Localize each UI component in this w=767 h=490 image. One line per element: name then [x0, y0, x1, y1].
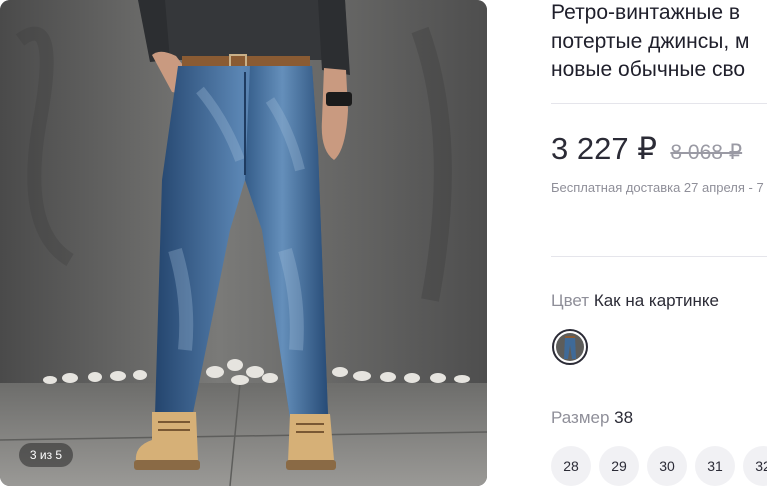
color-selection-label: Цвет Как на картинке: [551, 291, 719, 311]
divider: [551, 103, 767, 104]
divider: [551, 256, 767, 257]
price-block: 3 227 ₽ 8 068 ₽: [551, 131, 742, 167]
title-line: новые обычные сво: [551, 58, 746, 81]
product-title: Ретро-винтажные в потертые джинсы, м нов…: [551, 0, 767, 85]
image-counter: 3 из 5: [19, 443, 73, 467]
size-option-32[interactable]: 32: [743, 446, 767, 486]
delivery-info: Бесплатная доставка 27 апреля - 7: [551, 180, 764, 195]
color-swatch-selected[interactable]: [552, 329, 588, 365]
current-price: 3 227 ₽: [551, 131, 657, 166]
size-option-31[interactable]: 31: [695, 446, 735, 486]
color-label: Цвет: [551, 291, 590, 310]
old-price: 8 068 ₽: [670, 141, 743, 164]
size-option-28[interactable]: 28: [551, 446, 591, 486]
jeans-photo: [0, 0, 487, 486]
size-option-30[interactable]: 30: [647, 446, 687, 486]
product-info: Ретро-винтажные в потертые джинсы, м нов…: [551, 0, 767, 490]
size-option-29[interactable]: 29: [599, 446, 639, 486]
swatch-thumbnail: [556, 333, 584, 361]
product-image[interactable]: 3 из 5: [0, 0, 487, 486]
size-label: Размер: [551, 408, 610, 427]
title-line: потертые джинсы, м: [551, 29, 750, 53]
size-value: 38: [614, 408, 634, 427]
title-line: Ретро-винтажные в: [551, 1, 740, 24]
color-value: Как на картинке: [593, 291, 720, 310]
size-selection-label: Размер 38: [551, 408, 633, 428]
